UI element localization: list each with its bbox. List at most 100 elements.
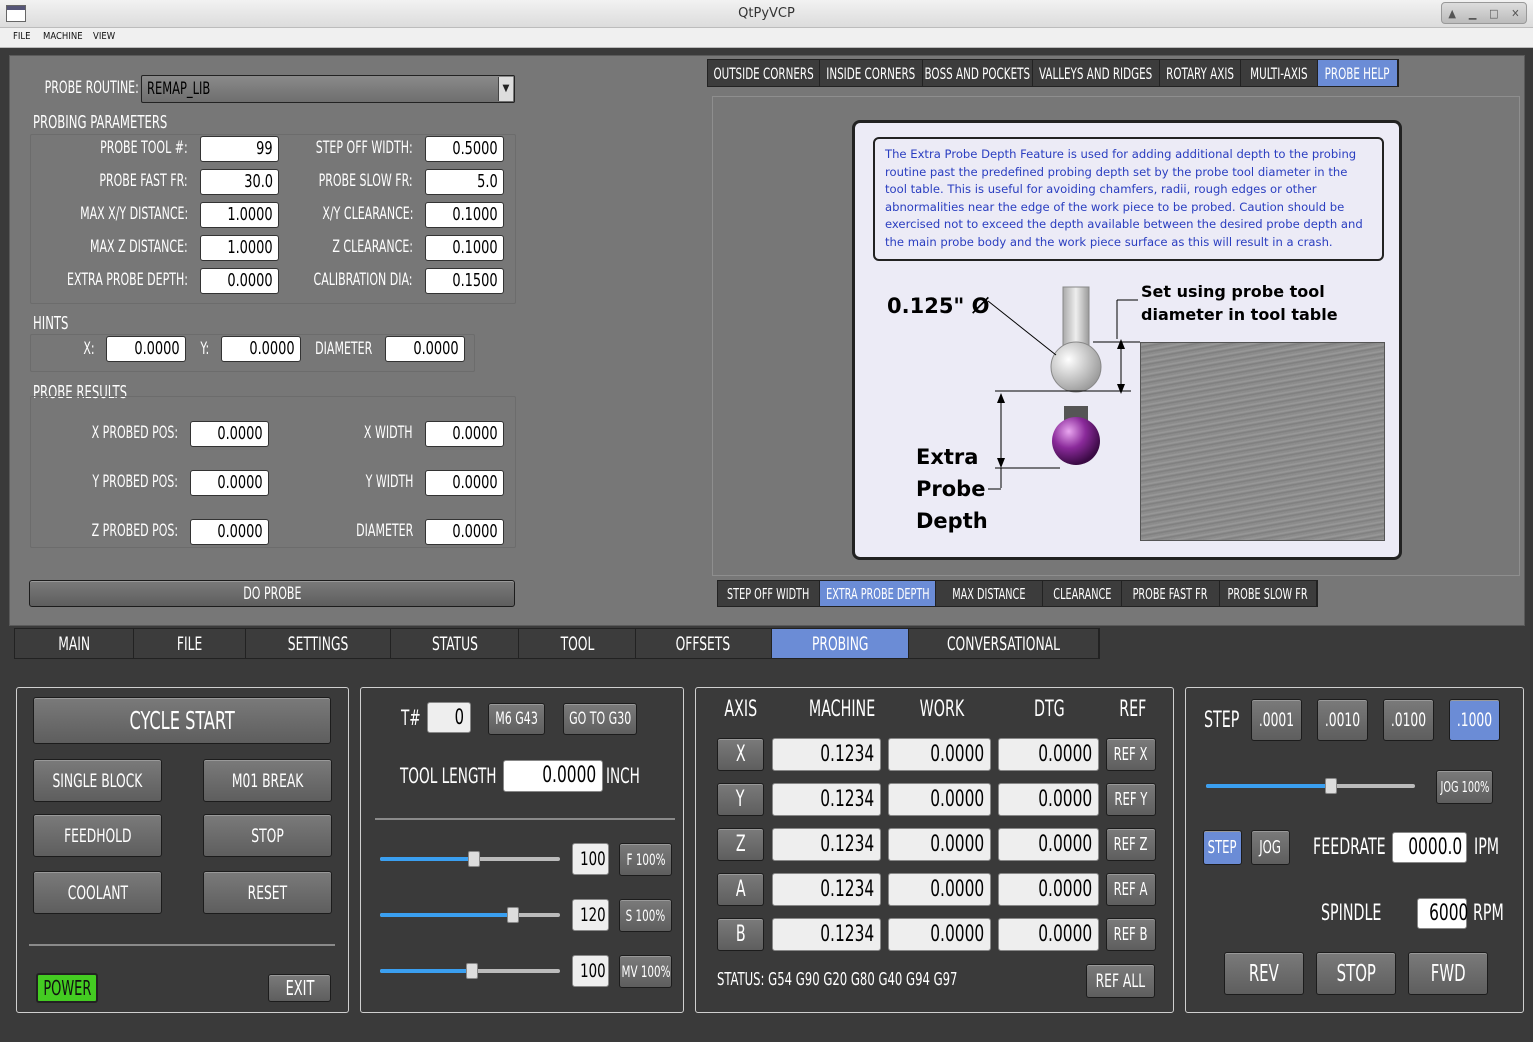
do-probe-button[interactable]: DO PROBE <box>29 580 515 607</box>
param-field[interactable]: 0.1000 <box>425 235 504 261</box>
tab-inside-corners[interactable]: INSIDE CORNERS <box>820 60 923 86</box>
tab-tool[interactable]: TOOL <box>519 629 636 658</box>
axis-button-z[interactable]: Z <box>717 828 764 861</box>
tab-probe-fast-fr[interactable]: PROBE FAST FR <box>1122 581 1220 606</box>
step-mode-button[interactable]: STEP <box>1203 830 1242 865</box>
power-button[interactable]: POWER <box>36 973 98 1003</box>
param-field[interactable]: 0.5000 <box>425 136 504 162</box>
spindle-stop-button[interactable]: STOP <box>1316 952 1396 995</box>
param-field[interactable]: 1.0000 <box>200 235 279 261</box>
reset-button[interactable]: RESET <box>203 871 332 914</box>
param-field[interactable]: 1.0000 <box>200 202 279 228</box>
feedrate-field[interactable]: 0000.0 <box>1392 832 1467 863</box>
tab-status[interactable]: STATUS <box>391 629 520 658</box>
override-slider[interactable] <box>380 963 560 979</box>
tab-step-off-width[interactable]: STEP OFF WIDTH <box>718 581 820 606</box>
param-field[interactable]: 30.0 <box>200 169 279 195</box>
param-field[interactable]: 0.1500 <box>425 268 504 294</box>
menu-view[interactable]: VIEW <box>93 28 115 42</box>
menu-arrow-icon[interactable]: ▲ <box>1448 7 1456 20</box>
chevron-down-icon[interactable]: ▼ <box>498 77 513 101</box>
result-label: X PROBED POS: <box>91 423 178 443</box>
param-label: STEP OFF WIDTH: <box>316 138 413 158</box>
tool-number-field[interactable]: 0 <box>427 702 471 733</box>
tab-max-distance[interactable]: MAX DISTANCE <box>936 581 1043 606</box>
jog-speed-slider[interactable] <box>1206 778 1415 794</box>
stop-button[interactable]: STOP <box>203 814 332 857</box>
tab-valleys-and-ridges[interactable]: VALLEYS AND RIDGES <box>1033 60 1160 86</box>
menu-machine[interactable]: MACHINE <box>43 28 83 42</box>
m01-break-button[interactable]: M01 BREAK <box>203 759 332 802</box>
control-panel: CYCLE START SINGLE BLOCK M01 BREAK FEEDH… <box>16 687 349 1013</box>
hint-diameter-field[interactable]: 0.0000 <box>385 336 465 362</box>
param-field[interactable]: 5.0 <box>425 169 504 195</box>
step-size-button[interactable]: .0010 <box>1317 699 1368 741</box>
coolant-button[interactable]: COOLANT <box>33 871 162 914</box>
tab-offsets[interactable]: OFFSETS <box>636 629 772 658</box>
param-field[interactable]: 99 <box>200 136 279 162</box>
step-size-button[interactable]: .1000 <box>1449 699 1500 741</box>
tab-clearance[interactable]: CLEARANCE <box>1043 581 1122 606</box>
tab-outside-corners[interactable]: OUTSIDE CORNERS <box>708 60 820 86</box>
ref-button-y[interactable]: REF Y <box>1106 783 1156 816</box>
override-button[interactable]: F 100% <box>619 843 672 876</box>
tool-number-label: T# <box>401 706 421 730</box>
probe-tabs: OUTSIDE CORNERS INSIDE CORNERS BOSS AND PO… <box>707 59 1399 87</box>
tool-panel: T# 0 M6 G43 GO TO G30 TOOL LENGTH 0.0000… <box>360 687 684 1013</box>
override-slider[interactable] <box>380 851 560 867</box>
exit-button[interactable]: EXIT <box>268 974 331 1002</box>
tab-boss-and-pockets[interactable]: BOSS AND POCKETS <box>923 60 1033 86</box>
hint-x-field[interactable]: 0.0000 <box>106 336 186 362</box>
jog-mode-button[interactable]: JOG <box>1251 830 1290 865</box>
tab-probing[interactable]: PROBING <box>771 629 910 658</box>
ref-button-z[interactable]: REF Z <box>1106 828 1156 861</box>
tab-multi-axis[interactable]: MULTI-AXIS <box>1241 60 1318 86</box>
dro-header: DTG <box>1033 697 1065 722</box>
maximize-icon[interactable]: □ <box>1489 7 1498 20</box>
dro-header: MACHINE <box>808 697 876 722</box>
jog-override-button[interactable]: JOG 100% <box>1436 770 1493 804</box>
tab-file[interactable]: FILE <box>134 629 246 658</box>
hints-title: HINTS <box>33 313 69 334</box>
axis-button-x[interactable]: X <box>717 738 764 771</box>
tab-conversational[interactable]: CONVERSATIONAL <box>909 629 1100 658</box>
close-icon[interactable]: ✕ <box>1511 7 1519 20</box>
minimize-icon[interactable]: ▁ <box>1469 7 1477 20</box>
single-block-button[interactable]: SINGLE BLOCK <box>33 759 162 802</box>
cycle-start-button[interactable]: CYCLE START <box>33 697 331 744</box>
override-button[interactable]: MV 100% <box>619 955 672 988</box>
tab-rotary-axis[interactable]: ROTARY AXIS <box>1160 60 1241 86</box>
axis-button-a[interactable]: A <box>717 873 764 906</box>
override-slider[interactable] <box>380 907 560 923</box>
ref-all-button[interactable]: REF ALL <box>1086 964 1155 998</box>
hint-y-field[interactable]: 0.0000 <box>221 336 301 362</box>
ref-button-a[interactable]: REF A <box>1106 873 1156 906</box>
tab-probe-help[interactable]: PROBE HELP <box>1318 60 1398 86</box>
ref-button-x[interactable]: REF X <box>1106 738 1156 771</box>
axis-button-y[interactable]: Y <box>717 783 764 816</box>
override-button[interactable]: S 100% <box>619 899 672 932</box>
dro-header: REF <box>1119 697 1147 722</box>
control-divider <box>29 944 335 946</box>
param-field[interactable]: 0.1000 <box>425 202 504 228</box>
feedhold-button[interactable]: FEEDHOLD <box>33 814 162 857</box>
tab-settings[interactable]: SETTINGS <box>246 629 392 658</box>
dro-dtg: 0.0000 <box>998 783 1099 816</box>
tab-probe-slow-fr[interactable]: PROBE SLOW FR <box>1220 581 1317 606</box>
tab-extra-probe-depth[interactable]: EXTRA PROBE DEPTH <box>820 581 936 606</box>
tool-length-field[interactable]: 0.0000 <box>503 760 603 792</box>
spindle-fwd-button[interactable]: FWD <box>1408 952 1488 995</box>
go-to-g30-button[interactable]: GO TO G30 <box>563 703 637 735</box>
axis-button-b[interactable]: B <box>717 918 764 951</box>
ref-button-b[interactable]: REF B <box>1106 918 1156 951</box>
spindle-rev-button[interactable]: REV <box>1224 952 1304 995</box>
m6-g43-button[interactable]: M6 G43 <box>488 703 545 735</box>
param-field[interactable]: 0.0000 <box>200 268 279 294</box>
probe-routine-select[interactable]: REMAP_LIB ▼ <box>141 75 515 103</box>
tab-main[interactable]: MAIN <box>15 629 134 658</box>
step-size-button[interactable]: .0001 <box>1251 699 1302 741</box>
step-size-button[interactable]: .0100 <box>1383 699 1434 741</box>
title-bar: QtPyVCP ▲ ▁ □ ✕ <box>0 0 1533 28</box>
menu-file[interactable]: FILE <box>13 28 31 42</box>
spindle-field[interactable]: 6000 <box>1417 898 1468 929</box>
